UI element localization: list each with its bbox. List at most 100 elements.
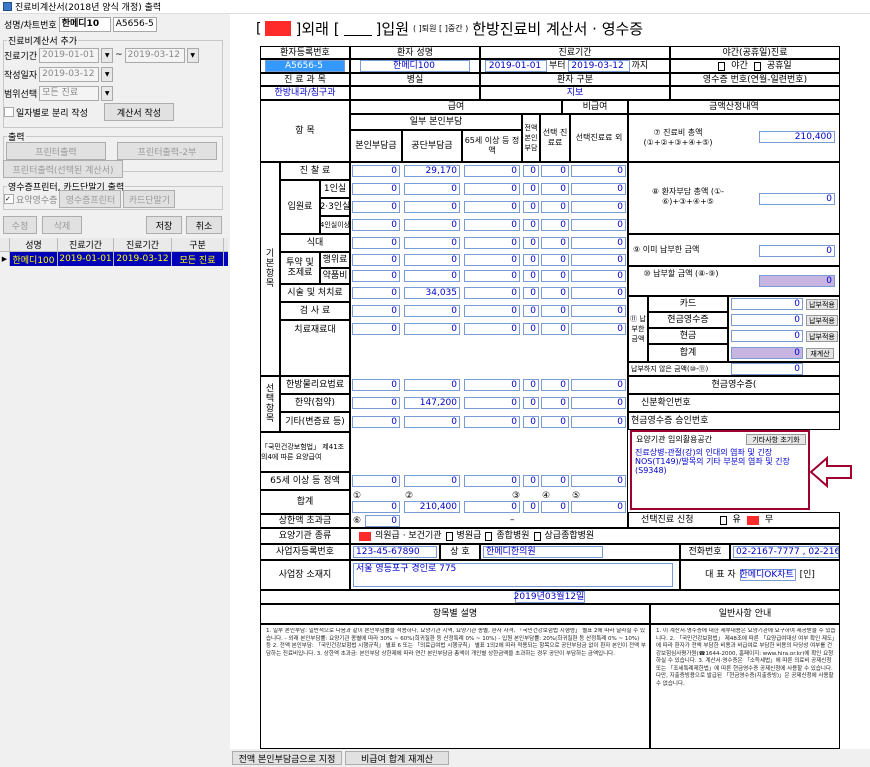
grid-header-name[interactable]: 성명	[10, 238, 58, 251]
phys-insurer[interactable]: 0	[404, 379, 460, 391]
night-check[interactable]	[718, 61, 726, 71]
etc-choice[interactable]: 0	[541, 416, 569, 428]
ward23-choice[interactable]: 0	[541, 201, 569, 213]
cancel-button[interactable]: 취소	[186, 216, 222, 234]
pay-card-value[interactable]: 0	[731, 298, 803, 310]
exam-65[interactable]: 0	[464, 165, 520, 177]
table-row[interactable]: ▶ 한메디100 2019-01-01 2019-03-12 모든 진료	[0, 252, 228, 266]
acup-self[interactable]: 0	[352, 287, 400, 299]
chevron-down-icon[interactable]: ▼	[101, 85, 114, 101]
r65-self[interactable]: 0	[352, 475, 400, 487]
herb1-65[interactable]: 0	[464, 254, 520, 266]
pay-cash-value[interactable]: 0	[731, 330, 803, 342]
ward23-65[interactable]: 0	[464, 201, 520, 213]
test-65[interactable]: 0	[464, 305, 520, 317]
chevron-down-icon[interactable]: ▼	[101, 66, 114, 82]
grid-cell-to[interactable]: 2019-03-12	[114, 252, 172, 266]
decoc-choice[interactable]: 0	[541, 397, 569, 409]
receipt-printer-button[interactable]: 영수증프린터	[59, 190, 122, 208]
mat-full[interactable]: 0	[523, 323, 539, 335]
herb2-other[interactable]: 0	[571, 270, 626, 282]
range-select[interactable]: 모든 진료	[39, 85, 100, 101]
mat-choice[interactable]: 0	[541, 323, 569, 335]
mat-other[interactable]: 0	[571, 323, 626, 335]
grid-header-from[interactable]: 진료기간	[58, 238, 114, 251]
inst-4-check[interactable]	[533, 531, 541, 541]
ward1-self[interactable]: 0	[352, 183, 400, 195]
issue-date-field[interactable]: 2019년03월12일	[514, 591, 585, 603]
outpatient-check[interactable]	[265, 21, 292, 36]
exam-full[interactable]: 0	[523, 165, 539, 177]
period-from-field[interactable]: 2019-01-01	[39, 47, 100, 63]
decoc-other[interactable]: 0	[571, 397, 626, 409]
print2-button[interactable]: 프린터출력-2부	[117, 142, 217, 160]
herb1-self[interactable]: 0	[352, 254, 400, 266]
ward23-other[interactable]: 0	[571, 201, 626, 213]
sum-full[interactable]: 0	[523, 501, 539, 513]
phys-65[interactable]: 0	[464, 379, 520, 391]
upper-value[interactable]: 0	[365, 515, 400, 527]
sum-choice[interactable]: 0	[541, 501, 569, 513]
inst-3-check[interactable]	[485, 531, 493, 541]
delete-button[interactable]: 삭제	[42, 216, 82, 234]
r65-choice[interactable]: 0	[541, 475, 569, 487]
decoc-65[interactable]: 0	[464, 397, 520, 409]
meal-full[interactable]: 0	[523, 237, 539, 249]
meal-other[interactable]: 0	[571, 237, 626, 249]
herb2-65[interactable]: 0	[464, 270, 520, 282]
herb1-other[interactable]: 0	[571, 254, 626, 266]
acup-insurer[interactable]: 34,035	[404, 287, 460, 299]
etc-self[interactable]: 0	[352, 416, 400, 428]
mat-insurer[interactable]: 0	[404, 323, 460, 335]
grid-cell-name[interactable]: 한메디100	[10, 252, 58, 266]
sum-65[interactable]: 0	[464, 501, 520, 513]
test-full[interactable]: 0	[523, 305, 539, 317]
pay-cashrec-value[interactable]: 0	[731, 314, 803, 326]
r65-other[interactable]: 0	[571, 475, 626, 487]
herb2-full[interactable]: 0	[523, 270, 539, 282]
test-other[interactable]: 0	[571, 305, 626, 317]
test-choice[interactable]: 0	[541, 305, 569, 317]
ward23-full[interactable]: 0	[523, 201, 539, 213]
select-yes-check[interactable]	[719, 515, 727, 525]
test-self[interactable]: 0	[352, 305, 400, 317]
grid-header-to[interactable]: 진료기간	[114, 238, 172, 251]
print-selected-button[interactable]: 프린터출력(선택된 계산서)	[3, 160, 123, 178]
recalc-nonpay-button[interactable]: 비급여 합계 재계산	[345, 751, 449, 765]
herb1-choice[interactable]: 0	[541, 254, 569, 266]
acup-65[interactable]: 0	[464, 287, 520, 299]
patient-total-value[interactable]: 0	[759, 193, 835, 205]
ward-cell[interactable]	[350, 86, 480, 100]
herb1-full[interactable]: 0	[523, 254, 539, 266]
meal-65[interactable]: 0	[464, 237, 520, 249]
unpaid-value[interactable]: 0	[731, 363, 803, 375]
patient-field[interactable]: 한메디100	[360, 60, 470, 72]
total-value[interactable]: 210,400	[759, 131, 835, 143]
herb2-choice[interactable]: 0	[541, 270, 569, 282]
reg-no-field[interactable]: A5656-5	[265, 60, 345, 72]
r65-full[interactable]: 0	[523, 475, 539, 487]
etc-full[interactable]: 0	[523, 416, 539, 428]
mat-65[interactable]: 0	[464, 323, 520, 335]
acup-choice[interactable]: 0	[541, 287, 569, 299]
due-value[interactable]: 0	[759, 275, 835, 287]
acup-full[interactable]: 0	[523, 287, 539, 299]
chevron-down-icon[interactable]: ▼	[186, 47, 199, 63]
ward23-self[interactable]: 0	[352, 201, 400, 213]
meal-insurer[interactable]: 0	[404, 237, 460, 249]
sum-insurer[interactable]: 210,400	[404, 501, 460, 513]
acup-other[interactable]: 0	[571, 287, 626, 299]
recalc-button[interactable]: 재계산	[806, 348, 834, 359]
herb1-insurer[interactable]: 0	[404, 254, 460, 266]
rep-field[interactable]: 한메디OK차트	[739, 569, 796, 581]
make-button[interactable]: 계산서 작성	[103, 103, 174, 121]
pay-cashrec-apply-button[interactable]: 납부적용	[806, 315, 838, 326]
split-checkbox[interactable]	[4, 107, 14, 117]
test-insurer[interactable]: 0	[404, 305, 460, 317]
inst-2-check[interactable]	[445, 531, 453, 541]
ward1-full[interactable]: 0	[523, 183, 539, 195]
mat-self[interactable]: 0	[352, 323, 400, 335]
biz-no-field[interactable]: 123-45-67890	[353, 546, 437, 558]
exam-other[interactable]: 0	[571, 165, 626, 177]
phys-self[interactable]: 0	[352, 379, 400, 391]
